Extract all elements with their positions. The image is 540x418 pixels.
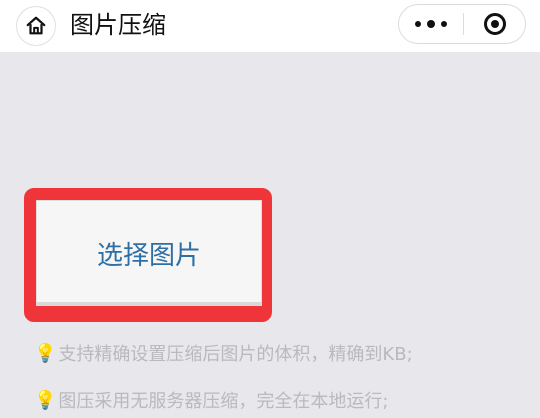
select-image-button[interactable]: 选择图片 [36, 200, 262, 306]
home-icon [26, 16, 46, 35]
target-icon [483, 13, 506, 35]
tip-item: 💡 支持精确设置压缩后图片的体积，精确到KB; [34, 340, 413, 366]
tip-item: 💡 图压采用无服务器压缩，完全在本地运行; [34, 387, 389, 413]
select-image-label: 选择图片 [96, 240, 201, 271]
more-icon [412, 20, 450, 28]
home-button[interactable] [16, 6, 56, 46]
tip-text: 图压采用无服务器压缩，完全在本地运行; [58, 391, 389, 412]
more-button[interactable] [399, 5, 463, 43]
tip-text: 支持精确设置压缩后图片的体积，精确到KB; [58, 344, 413, 365]
close-button[interactable] [464, 5, 525, 43]
select-button-shadow [36, 302, 262, 306]
page-title: 图片压缩 [70, 11, 166, 39]
mini-program-capsule [398, 4, 526, 44]
lightbulb-icon: 💡 [34, 389, 57, 411]
lightbulb-icon: 💡 [34, 342, 57, 364]
navigation-bar: 图片压缩 [0, 0, 540, 52]
